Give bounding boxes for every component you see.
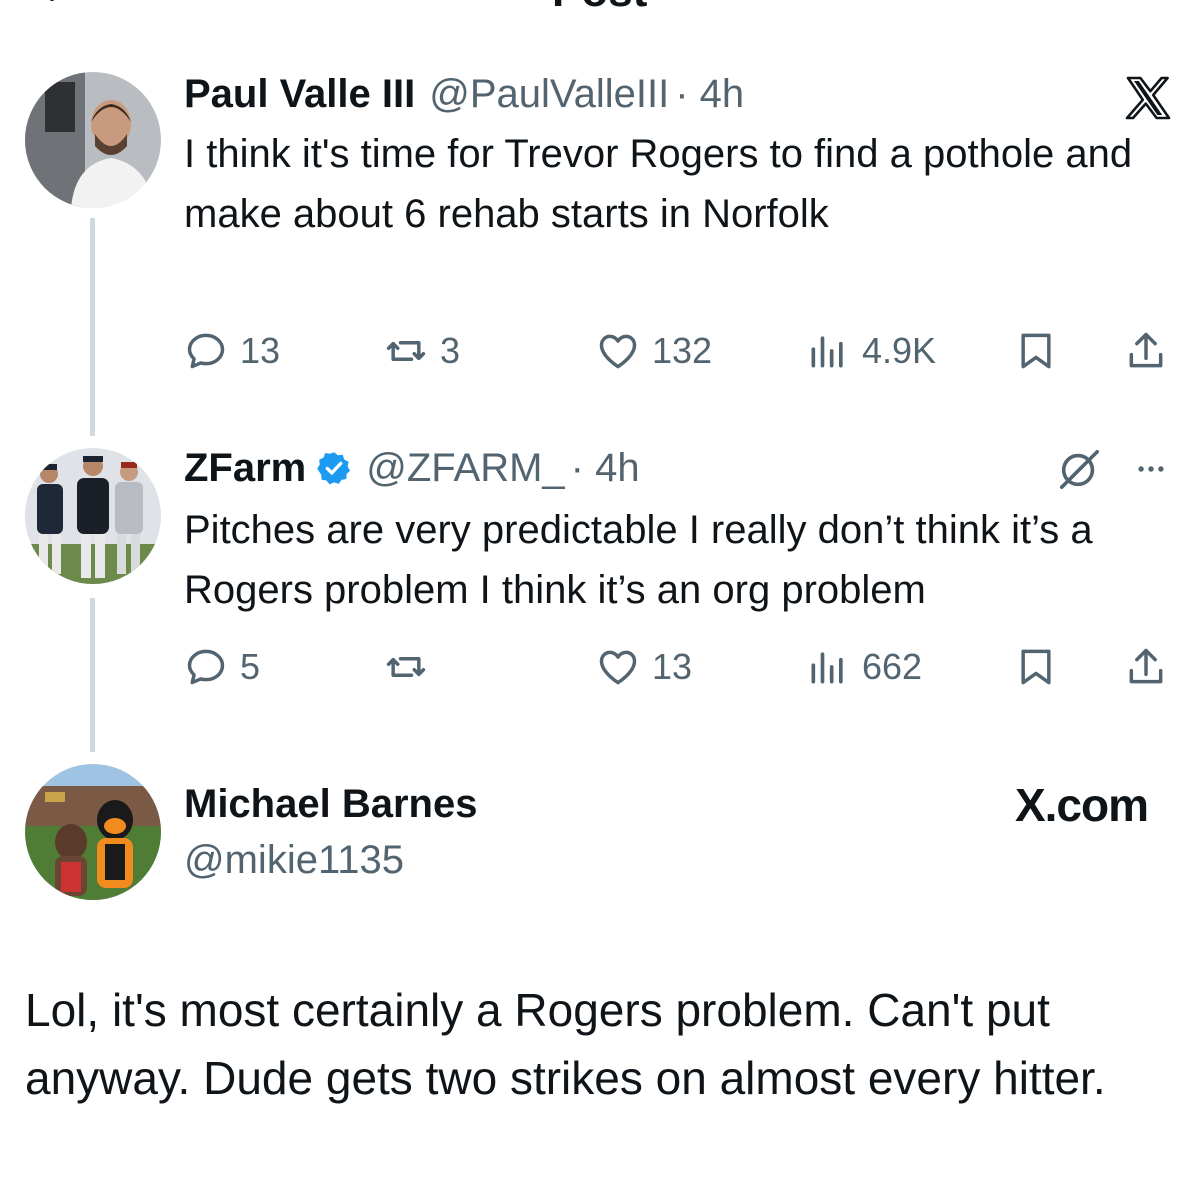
share-button[interactable] <box>1124 642 1180 692</box>
x-com-brand: X.com <box>1014 779 1149 831</box>
heart-icon <box>599 650 637 685</box>
top-bar: Post <box>0 0 1200 22</box>
handle[interactable]: @mikie1135 <box>184 836 404 884</box>
tweet-text: I think it's time for Trevor Rogers to f… <box>184 132 1133 236</box>
timestamp[interactable]: · 4h <box>675 70 744 118</box>
display-name[interactable]: Paul Valle III <box>184 70 415 118</box>
handle[interactable]: @ZFARM_ <box>366 444 564 492</box>
more-icon[interactable] <box>1130 452 1172 486</box>
reply-icon <box>187 649 225 685</box>
reply-button[interactable]: 13 <box>184 326 280 376</box>
view-count: 662 <box>862 646 923 687</box>
repost-icon <box>386 341 426 361</box>
views-icon <box>811 652 843 684</box>
grok-icon[interactable] <box>1056 446 1102 492</box>
action-bar: 5 13 662 <box>184 642 1174 692</box>
repost-button[interactable] <box>384 642 440 692</box>
share-button[interactable] <box>1124 326 1180 376</box>
like-button[interactable]: 132 <box>596 326 712 376</box>
reply-count: 13 <box>240 330 281 371</box>
avatar[interactable] <box>25 448 161 584</box>
reply-count: 5 <box>240 646 261 687</box>
view-count: 4.9K <box>862 330 937 371</box>
heart-icon <box>599 334 637 369</box>
bookmark-icon <box>1021 649 1051 685</box>
handle[interactable]: @PaulValleIII <box>429 70 669 118</box>
bookmark-button[interactable] <box>1014 326 1070 376</box>
share-icon <box>1129 332 1163 368</box>
repost-count: 3 <box>440 330 461 371</box>
like-count: 13 <box>652 646 693 687</box>
repost-button[interactable]: 3 <box>384 326 460 376</box>
thread-line <box>90 218 95 436</box>
reply-button[interactable]: 5 <box>184 642 260 692</box>
verified-badge-icon <box>317 452 351 485</box>
action-bar: 13 3 132 4.9K <box>184 326 1174 376</box>
reply-icon <box>187 333 225 369</box>
views-button[interactable]: 4.9K <box>806 326 936 376</box>
display-name[interactable]: Michael Barnes <box>184 780 477 828</box>
back-arrow-icon[interactable] <box>40 0 80 20</box>
display-name[interactable]: ZFarm <box>184 444 306 492</box>
x-logo-icon <box>1125 76 1171 120</box>
page-title: Post <box>552 0 647 14</box>
repost-icon <box>386 657 426 677</box>
tweet-text: Lol, it's most certainly a Rogers proble… <box>25 984 1106 1104</box>
bookmark-button[interactable] <box>1014 642 1070 692</box>
like-count: 132 <box>652 330 713 371</box>
thread-line <box>90 598 95 752</box>
timestamp[interactable]: · 4h <box>571 444 640 492</box>
views-icon <box>811 336 843 368</box>
avatar[interactable] <box>25 72 161 208</box>
avatar[interactable] <box>25 764 161 900</box>
like-button[interactable]: 13 <box>596 642 692 692</box>
bookmark-icon <box>1021 333 1051 369</box>
views-button[interactable]: 662 <box>806 642 922 692</box>
share-icon <box>1129 648 1163 684</box>
tweet-text: Pitches are very predictable I really do… <box>184 508 1093 612</box>
